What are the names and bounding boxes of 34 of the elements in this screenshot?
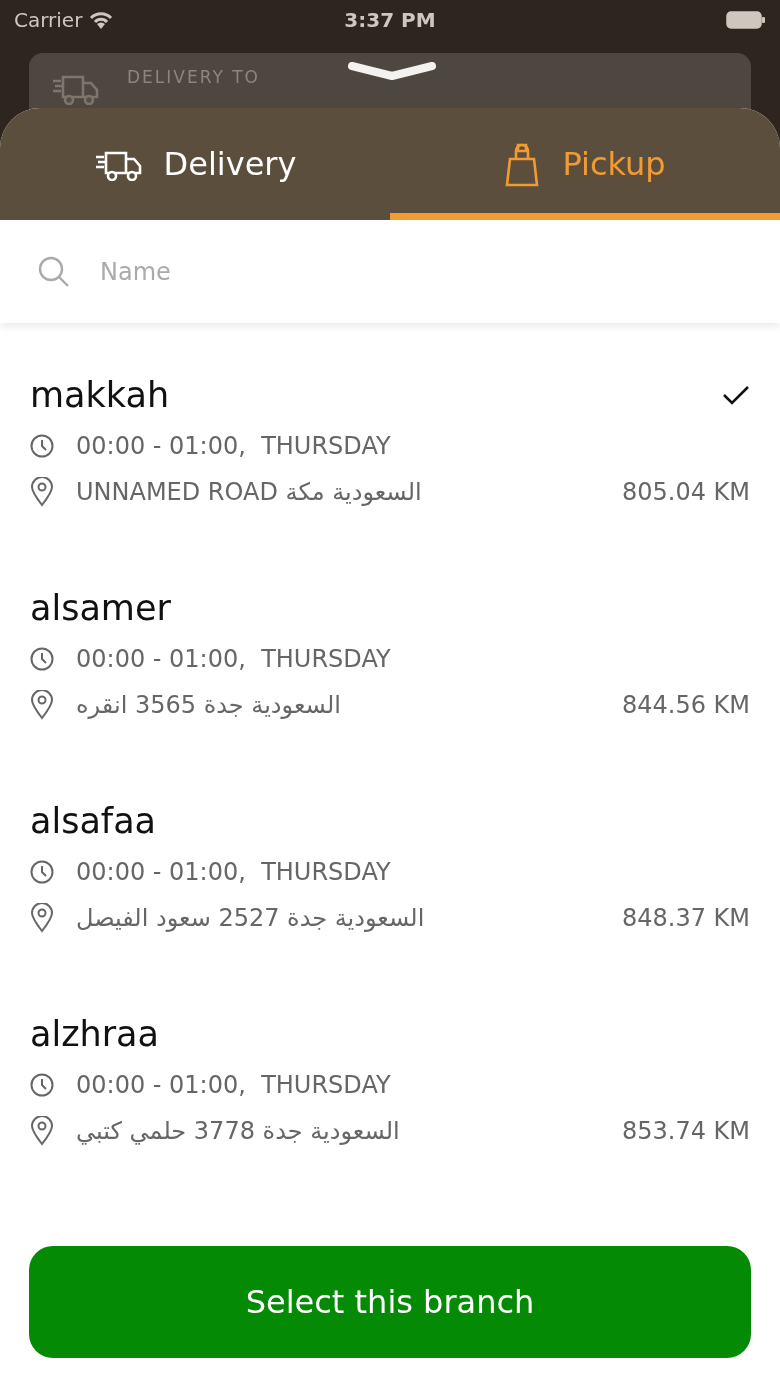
opening-hours: 00:00 - 01:00, THURSDAY — [76, 1071, 392, 1099]
branch-name: alzhraa — [30, 1014, 159, 1054]
clock-icon — [30, 434, 54, 458]
tab[interactable]: Pickup — [390, 108, 780, 220]
branch-name: alsafaa — [30, 801, 157, 841]
search-icon — [38, 255, 70, 288]
status-time: 3:37 PM — [343, 8, 437, 32]
branch-address: السعودية جدة 2527 سعود الفيصل — [76, 904, 426, 932]
clock-icon — [30, 1073, 54, 1097]
branch-address: السعودية جدة 3778 حلمي كتبي — [76, 1117, 401, 1145]
clock-icon — [30, 860, 54, 884]
branch-distance: 844.56 KM — [621, 691, 750, 719]
location-pin-icon — [30, 477, 54, 507]
clock-icon — [30, 647, 54, 671]
opening-hours: 00:00 - 01:00, THURSDAY — [76, 432, 392, 460]
battery-icon — [726, 10, 766, 30]
branch-distance: 853.74 KM — [621, 1117, 750, 1145]
branch-address: السعودية جدة 3565 انقره — [76, 691, 342, 719]
wifi-icon — [88, 10, 115, 30]
select-branch-button[interactable]: Select this branch — [29, 1246, 751, 1358]
delivery-label: DELIVERY TO — [127, 67, 260, 89]
branch-name: alsamer — [30, 588, 171, 628]
branch-distance: 848.37 KM — [621, 904, 750, 932]
chevron-down-icon — [348, 60, 436, 82]
tab[interactable]: Delivery — [0, 108, 390, 220]
location-pin-icon — [30, 1116, 54, 1146]
branch-address: UNNAMED ROAD السعودية مكة — [76, 478, 423, 506]
branch-distance: 805.04 KM — [621, 478, 750, 506]
carrier-name: Carrier — [14, 8, 83, 32]
opening-hours: 00:00 - 01:00, THURSDAY — [76, 645, 392, 673]
opening-hours: 00:00 - 01:00, THURSDAY — [76, 858, 392, 886]
branch-name: makkah — [30, 375, 170, 415]
location-pin-icon — [30, 903, 54, 933]
location-pin-icon — [30, 690, 54, 720]
